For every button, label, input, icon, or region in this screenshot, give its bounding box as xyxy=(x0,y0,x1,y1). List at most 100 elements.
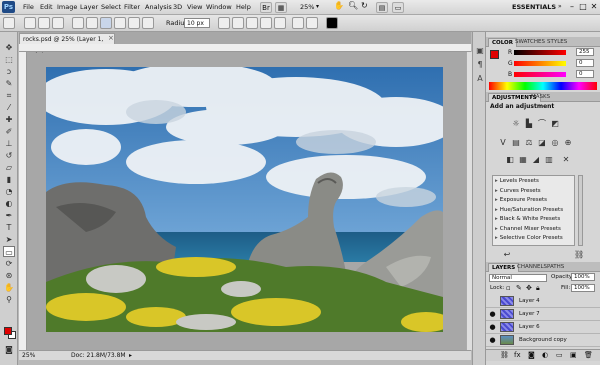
status-arrow-icon[interactable]: ▸ xyxy=(129,351,132,361)
tab-styles[interactable]: STYLES xyxy=(544,38,570,47)
opacity-input[interactable]: 100% xyxy=(571,273,595,281)
pen-icon[interactable] xyxy=(72,17,84,29)
rounded-rectangle-icon[interactable] xyxy=(100,17,112,29)
new-shape-layer-icon[interactable] xyxy=(218,17,230,29)
link-style-icon[interactable] xyxy=(292,17,304,29)
lock-transparency-icon[interactable]: ▫ xyxy=(506,284,511,292)
eraser-tool-icon[interactable]: ▱ xyxy=(3,162,15,173)
eyedropper-tool-icon[interactable]: ⁄ xyxy=(3,102,15,113)
selective-color-icon[interactable]: ✕ xyxy=(561,155,571,165)
move-tool-icon[interactable]: ✥ xyxy=(3,42,15,53)
zoom-level-menu[interactable]: 25% xyxy=(300,3,314,11)
menu-layer[interactable]: Layer xyxy=(80,3,98,11)
green-slider[interactable] xyxy=(514,61,566,66)
tool-preset-picker[interactable] xyxy=(3,17,15,29)
expand-triangle-icon[interactable]: ▸ xyxy=(495,178,498,184)
add-mask-icon[interactable]: ◙ xyxy=(528,351,535,359)
workspace-chevron-icon[interactable]: » xyxy=(558,3,562,10)
curves-icon[interactable]: ⌒ xyxy=(537,119,547,129)
clone-stamp-tool-icon[interactable]: ⊥ xyxy=(3,138,15,149)
expand-triangle-icon[interactable]: ▸ xyxy=(495,235,498,241)
fill-pixels-icon[interactable] xyxy=(52,17,64,29)
tab-swatches[interactable]: SWATCHES xyxy=(512,38,548,47)
view-extras-button[interactable]: ▦ xyxy=(275,2,287,13)
return-to-list-icon[interactable]: ↩ xyxy=(502,250,512,260)
color-swatch[interactable] xyxy=(326,17,338,29)
black-white-icon[interactable]: ◪ xyxy=(537,138,547,148)
close-button[interactable]: ✕ xyxy=(589,1,599,13)
menu-analysis[interactable]: Analysis xyxy=(145,3,172,11)
dodge-tool-icon[interactable]: ◐ xyxy=(3,198,15,209)
levels-icon[interactable]: ▙ xyxy=(524,119,534,129)
menu-file[interactable]: File xyxy=(23,3,34,11)
foreground-color-swatch[interactable] xyxy=(4,327,12,335)
blend-mode-select[interactable]: Normal xyxy=(489,274,547,282)
vertical-ruler[interactable] xyxy=(19,52,27,350)
gradient-map-icon[interactable]: ▥ xyxy=(544,155,554,165)
layer-style-icon[interactable]: fx xyxy=(514,351,521,359)
bridge-button[interactable]: Br xyxy=(260,2,272,13)
document-canvas[interactable] xyxy=(46,67,443,332)
shape-layers-icon[interactable] xyxy=(24,17,36,29)
link-layers-icon[interactable]: ⛓ xyxy=(500,351,509,359)
menu-filter[interactable]: Filter xyxy=(124,3,140,11)
blur-tool-icon[interactable]: ◔ xyxy=(3,186,15,197)
layer-row[interactable]: ● Layer 6 xyxy=(486,321,600,334)
menu-view[interactable]: View xyxy=(187,3,202,11)
expand-triangle-icon[interactable]: ▸ xyxy=(495,207,498,213)
menu-image[interactable]: Image xyxy=(57,3,77,11)
visibility-eye-icon[interactable]: ● xyxy=(488,323,497,332)
menu-3d[interactable]: 3D xyxy=(173,3,182,11)
brightness-icon[interactable]: ☼ xyxy=(511,119,521,129)
preset-item[interactable]: ▸ Hue/Saturation Presets xyxy=(495,206,574,215)
delete-layer-icon[interactable]: 🗑︎ xyxy=(584,351,593,359)
menu-help[interactable]: Help xyxy=(236,3,251,11)
preset-item[interactable]: ▸ Selective Color Presets xyxy=(495,234,574,243)
doc-size-info[interactable]: Doc: 21.8M/73.8M xyxy=(71,351,126,361)
visibility-eye-icon[interactable] xyxy=(488,297,497,306)
brush-tool-icon[interactable]: ✐ xyxy=(3,126,15,137)
adjustment-layer-icon[interactable]: ◐ xyxy=(542,351,548,359)
expand-triangle-icon[interactable]: ▸ xyxy=(495,197,498,203)
quick-select-tool-icon[interactable]: ✎ xyxy=(3,78,15,89)
add-to-shape-icon[interactable] xyxy=(232,17,244,29)
zoom-tool-icon[interactable]: ⚲ xyxy=(3,294,15,305)
visibility-eye-icon[interactable]: ● xyxy=(488,310,497,319)
new-group-icon[interactable]: ▭ xyxy=(556,351,563,359)
menu-select[interactable]: Select xyxy=(101,3,121,11)
marquee-tool-icon[interactable]: ⬚ xyxy=(3,54,15,65)
layer-row[interactable]: Layer 4 xyxy=(486,295,600,308)
fill-input[interactable]: 100% xyxy=(571,284,595,292)
arrange-documents-button[interactable]: ▤ xyxy=(376,2,388,13)
color-balance-icon[interactable]: ⚖ xyxy=(524,138,534,148)
tab-paths[interactable]: PATHS xyxy=(544,263,567,272)
crop-tool-icon[interactable]: ⌗ xyxy=(3,90,15,101)
blue-slider[interactable] xyxy=(514,72,566,77)
quick-mask-icon[interactable]: ◙ xyxy=(3,344,15,355)
preset-item[interactable]: ▸ Black & White Presets xyxy=(495,215,574,224)
exclude-shape-icon[interactable] xyxy=(274,17,286,29)
style-picker[interactable] xyxy=(306,17,318,29)
radius-input[interactable]: 10 px xyxy=(184,18,210,28)
line-icon[interactable] xyxy=(142,17,154,29)
preset-item[interactable]: ▸ Exposure Presets xyxy=(495,196,574,205)
path-select-tool-icon[interactable]: ➤ xyxy=(3,234,15,245)
3d-orbit-tool-icon[interactable]: ⊛ xyxy=(3,270,15,281)
preset-item[interactable]: ▸ Levels Presets xyxy=(495,177,574,186)
preset-item[interactable]: ▸ Curves Presets xyxy=(495,187,574,196)
tab-close-icon[interactable]: × xyxy=(108,33,114,44)
document-tab[interactable]: rocks.psd @ 25% (Layer 1, RGB/8) * xyxy=(19,33,115,54)
zoom-tool-icon[interactable]: 🔍︎ xyxy=(348,1,358,10)
ellipse-icon[interactable] xyxy=(114,17,126,29)
hand-tool-icon[interactable]: ✋ xyxy=(334,1,344,10)
hue-saturation-icon[interactable]: ▤ xyxy=(511,138,521,148)
red-value-input[interactable]: 255 xyxy=(576,48,594,56)
exposure-icon[interactable]: ◩ xyxy=(550,119,560,129)
lasso-tool-icon[interactable]: ↄ xyxy=(3,66,15,77)
layer-row[interactable]: ● Background copy xyxy=(486,334,600,347)
history-brush-tool-icon[interactable]: ↺ xyxy=(3,150,15,161)
polygon-icon[interactable] xyxy=(128,17,140,29)
shape-tool-icon[interactable]: ▭ xyxy=(3,246,15,257)
expand-triangle-icon[interactable]: ▸ xyxy=(495,226,498,232)
hand-tool-icon[interactable]: ✋ xyxy=(3,282,15,293)
